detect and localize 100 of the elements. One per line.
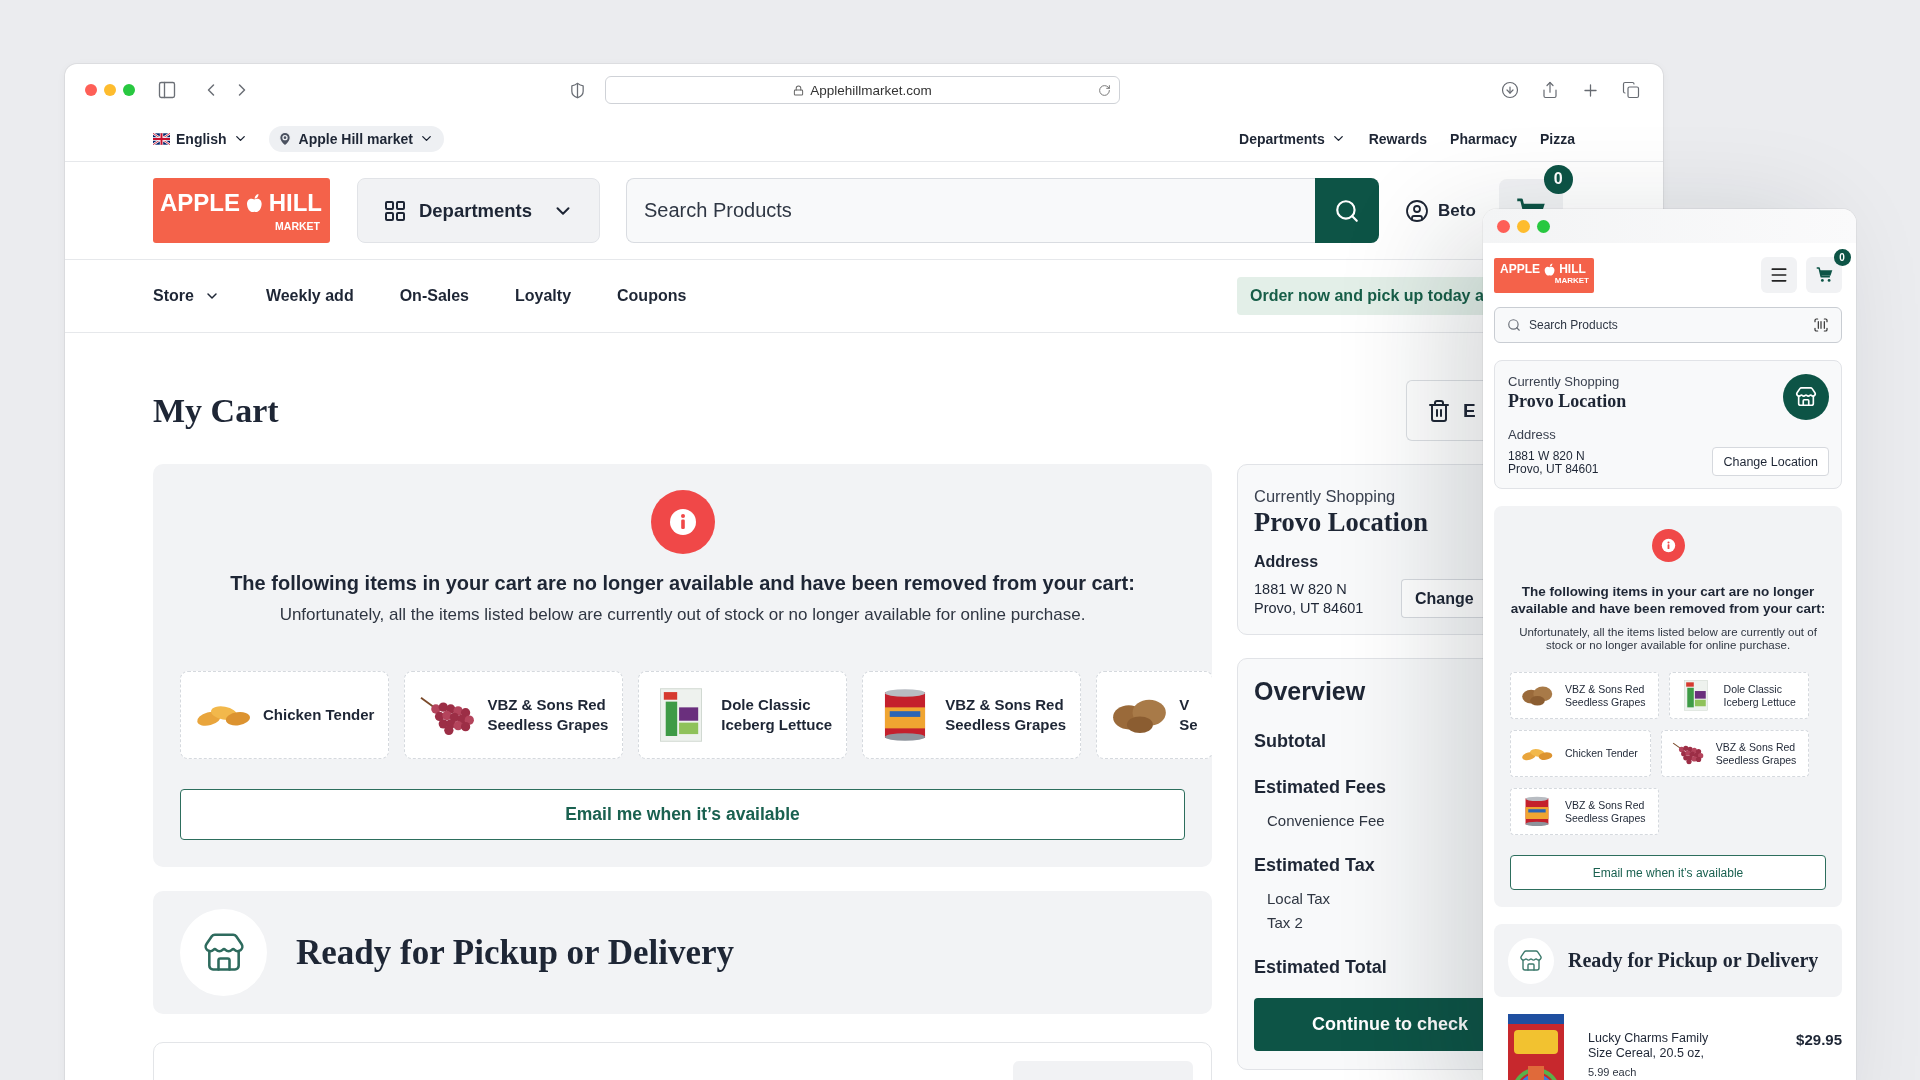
address-bar[interactable]: Applehillmarket.com (605, 76, 1120, 104)
unavailable-message: Unfortunately, all the items listed below are currently out of stock or no longer available for online purchase. (279, 604, 1086, 626)
product-name: VBZ & Sons Red Seedless Grapes (487, 695, 609, 735)
product-name: Lucky Charms Family Size Cereal, 20.5 oz, (1588, 1031, 1710, 1061)
nav-link[interactable]: Loyalty (515, 287, 572, 305)
unavailable-message: Unfortunately, all the items listed below are currently out of stock or no longer available for online purchase. (1518, 626, 1818, 652)
unit-price: 5.99 each (1588, 1065, 1637, 1079)
pickup-title: Ready for Pickup or Delivery (1568, 949, 1819, 972)
reload-icon[interactable] (1098, 83, 1111, 97)
product-name: Chicken Tender (1565, 747, 1638, 760)
email-notify-button[interactable]: Email me when it’s available (180, 789, 1185, 840)
location-name: Provo Location (1254, 506, 1428, 538)
product-name: Chicken Tender (263, 705, 375, 725)
product-name: VBZ & Sons Red Seedless Grapes (1565, 798, 1646, 825)
product-name: VBZ & Sons Red Seedless Grapes (945, 695, 1067, 735)
menu-icon (1769, 265, 1789, 285)
apple-icon (1544, 262, 1556, 276)
summary-heading: Estimated Fees (1254, 776, 1387, 798)
close-button[interactable] (1497, 219, 1510, 233)
nav-link[interactable]: On-Sales (399, 287, 469, 305)
cereal-box-drawing (1508, 1014, 1564, 1080)
pickup-title: Ready for Pickup or Delivery (296, 932, 735, 973)
grapes-drawing (1671, 742, 1704, 765)
location-label: Currently Shopping (1508, 374, 1620, 390)
search-icon (1507, 318, 1521, 332)
account-button[interactable]: Beto (1405, 198, 1476, 223)
barcode-scan-icon[interactable] (1813, 317, 1829, 333)
summary-line: Local Tax (1267, 889, 1331, 908)
logo-tagline: MARKET (1554, 276, 1589, 285)
info-icon (1651, 529, 1685, 562)
checkout-button[interactable]: Continue to check (1254, 998, 1483, 1051)
address-label: Address (1508, 427, 1556, 443)
lettuce-bag-drawing (660, 688, 703, 742)
search-field[interactable]: Search Products (1529, 316, 1805, 334)
product-name: VBZ & Sons Red Seedless Grapes (1565, 682, 1646, 709)
overview-title: Overview (1254, 676, 1366, 706)
top-link[interactable]: Rewards (1368, 130, 1428, 147)
language-selector[interactable]: English (153, 130, 248, 147)
cart-icon (1815, 267, 1833, 283)
user-icon (1405, 198, 1429, 223)
logo-wordmark: HILL (268, 191, 322, 215)
trash-icon (1427, 398, 1451, 423)
menu-button[interactable] (1761, 257, 1797, 293)
sidebar-icon[interactable] (157, 80, 177, 100)
logo-wordmark: APPLE (1500, 263, 1540, 275)
summary-heading: Subtotal (1254, 730, 1326, 752)
potatoes-drawing (1521, 684, 1553, 707)
logo-wordmark: HILL (1559, 263, 1586, 275)
change-location-button[interactable]: Change (1401, 579, 1483, 618)
nav-link[interactable]: Store (153, 287, 220, 305)
lock-icon (793, 84, 805, 96)
address-label: Address (1254, 552, 1319, 572)
store-selector[interactable]: Apple Hill market (268, 125, 444, 152)
location-label: Currently Shopping (1254, 486, 1396, 506)
share-icon[interactable] (1541, 81, 1559, 99)
top-link[interactable]: Departments (1239, 130, 1346, 147)
url-text: Applehillmarket.com (810, 82, 932, 98)
download-icon[interactable] (1501, 81, 1519, 99)
lettuce-bag-drawing (1683, 680, 1708, 711)
grapes-drawing (419, 695, 476, 735)
shield-icon[interactable] (569, 81, 586, 99)
search-icon (1334, 197, 1360, 224)
product-name: VBZ & Sons Red Seedless Grapes (1715, 740, 1797, 767)
product-name: V Se (1179, 695, 1198, 735)
store-icon (1508, 937, 1554, 984)
info-icon (650, 490, 715, 554)
close-button[interactable] (85, 84, 97, 96)
departments-button[interactable]: Departments (357, 178, 600, 243)
store-icon (1783, 374, 1829, 420)
top-link[interactable]: Pharmacy (1450, 130, 1517, 147)
tabs-icon[interactable] (1622, 81, 1640, 99)
nav-link[interactable]: Weekly add (265, 287, 354, 305)
address-text: 1881 W 820 N Provo, UT 84601 (1254, 580, 1364, 618)
top-link[interactable]: Pizza (1540, 130, 1575, 147)
search-field[interactable]: Search Products (626, 178, 1315, 243)
product-name: Dole Classic Iceberg Lettuce (1723, 682, 1796, 709)
grid-icon (382, 198, 407, 223)
product-name: Dole Classic Iceberg Lettuce (721, 695, 833, 735)
search-bar[interactable]: Search Products (1494, 307, 1842, 343)
logo-wordmark: APPLE (160, 191, 240, 215)
summary-line: Convenience Fee (1267, 811, 1385, 830)
food-can-drawing (884, 688, 927, 742)
unavailable-heading: The following items in your cart are no longer available and have been removed from your cart: (230, 571, 1135, 595)
product-price: $29.95 (1796, 1031, 1842, 1048)
nav-link[interactable]: Coupons (617, 287, 687, 305)
cart-count-badge: 0 (1833, 248, 1851, 266)
address-text: 1881 W 820 N Provo, UT 84601 (1508, 450, 1599, 476)
cart-count-badge: 0 (1543, 164, 1573, 194)
food-can-drawing (1525, 796, 1549, 827)
summary-heading: Estimated Tax (1254, 854, 1375, 876)
unavailable-heading: The following items in your cart are no longer available and have been removed from your cart: (1510, 583, 1826, 617)
summary-line: Tax 2 (1267, 913, 1303, 932)
page-title: My Cart (153, 391, 279, 430)
clear-cart-button[interactable]: E (1406, 380, 1483, 441)
search-button[interactable] (1315, 178, 1379, 243)
flag-icon (153, 132, 170, 145)
email-notify-button[interactable]: Email me when it’s available (1510, 855, 1826, 890)
change-location-button[interactable]: Change Location (1712, 447, 1829, 476)
location-name: Provo Location (1508, 390, 1627, 412)
summary-heading: Estimated Total (1254, 956, 1387, 978)
